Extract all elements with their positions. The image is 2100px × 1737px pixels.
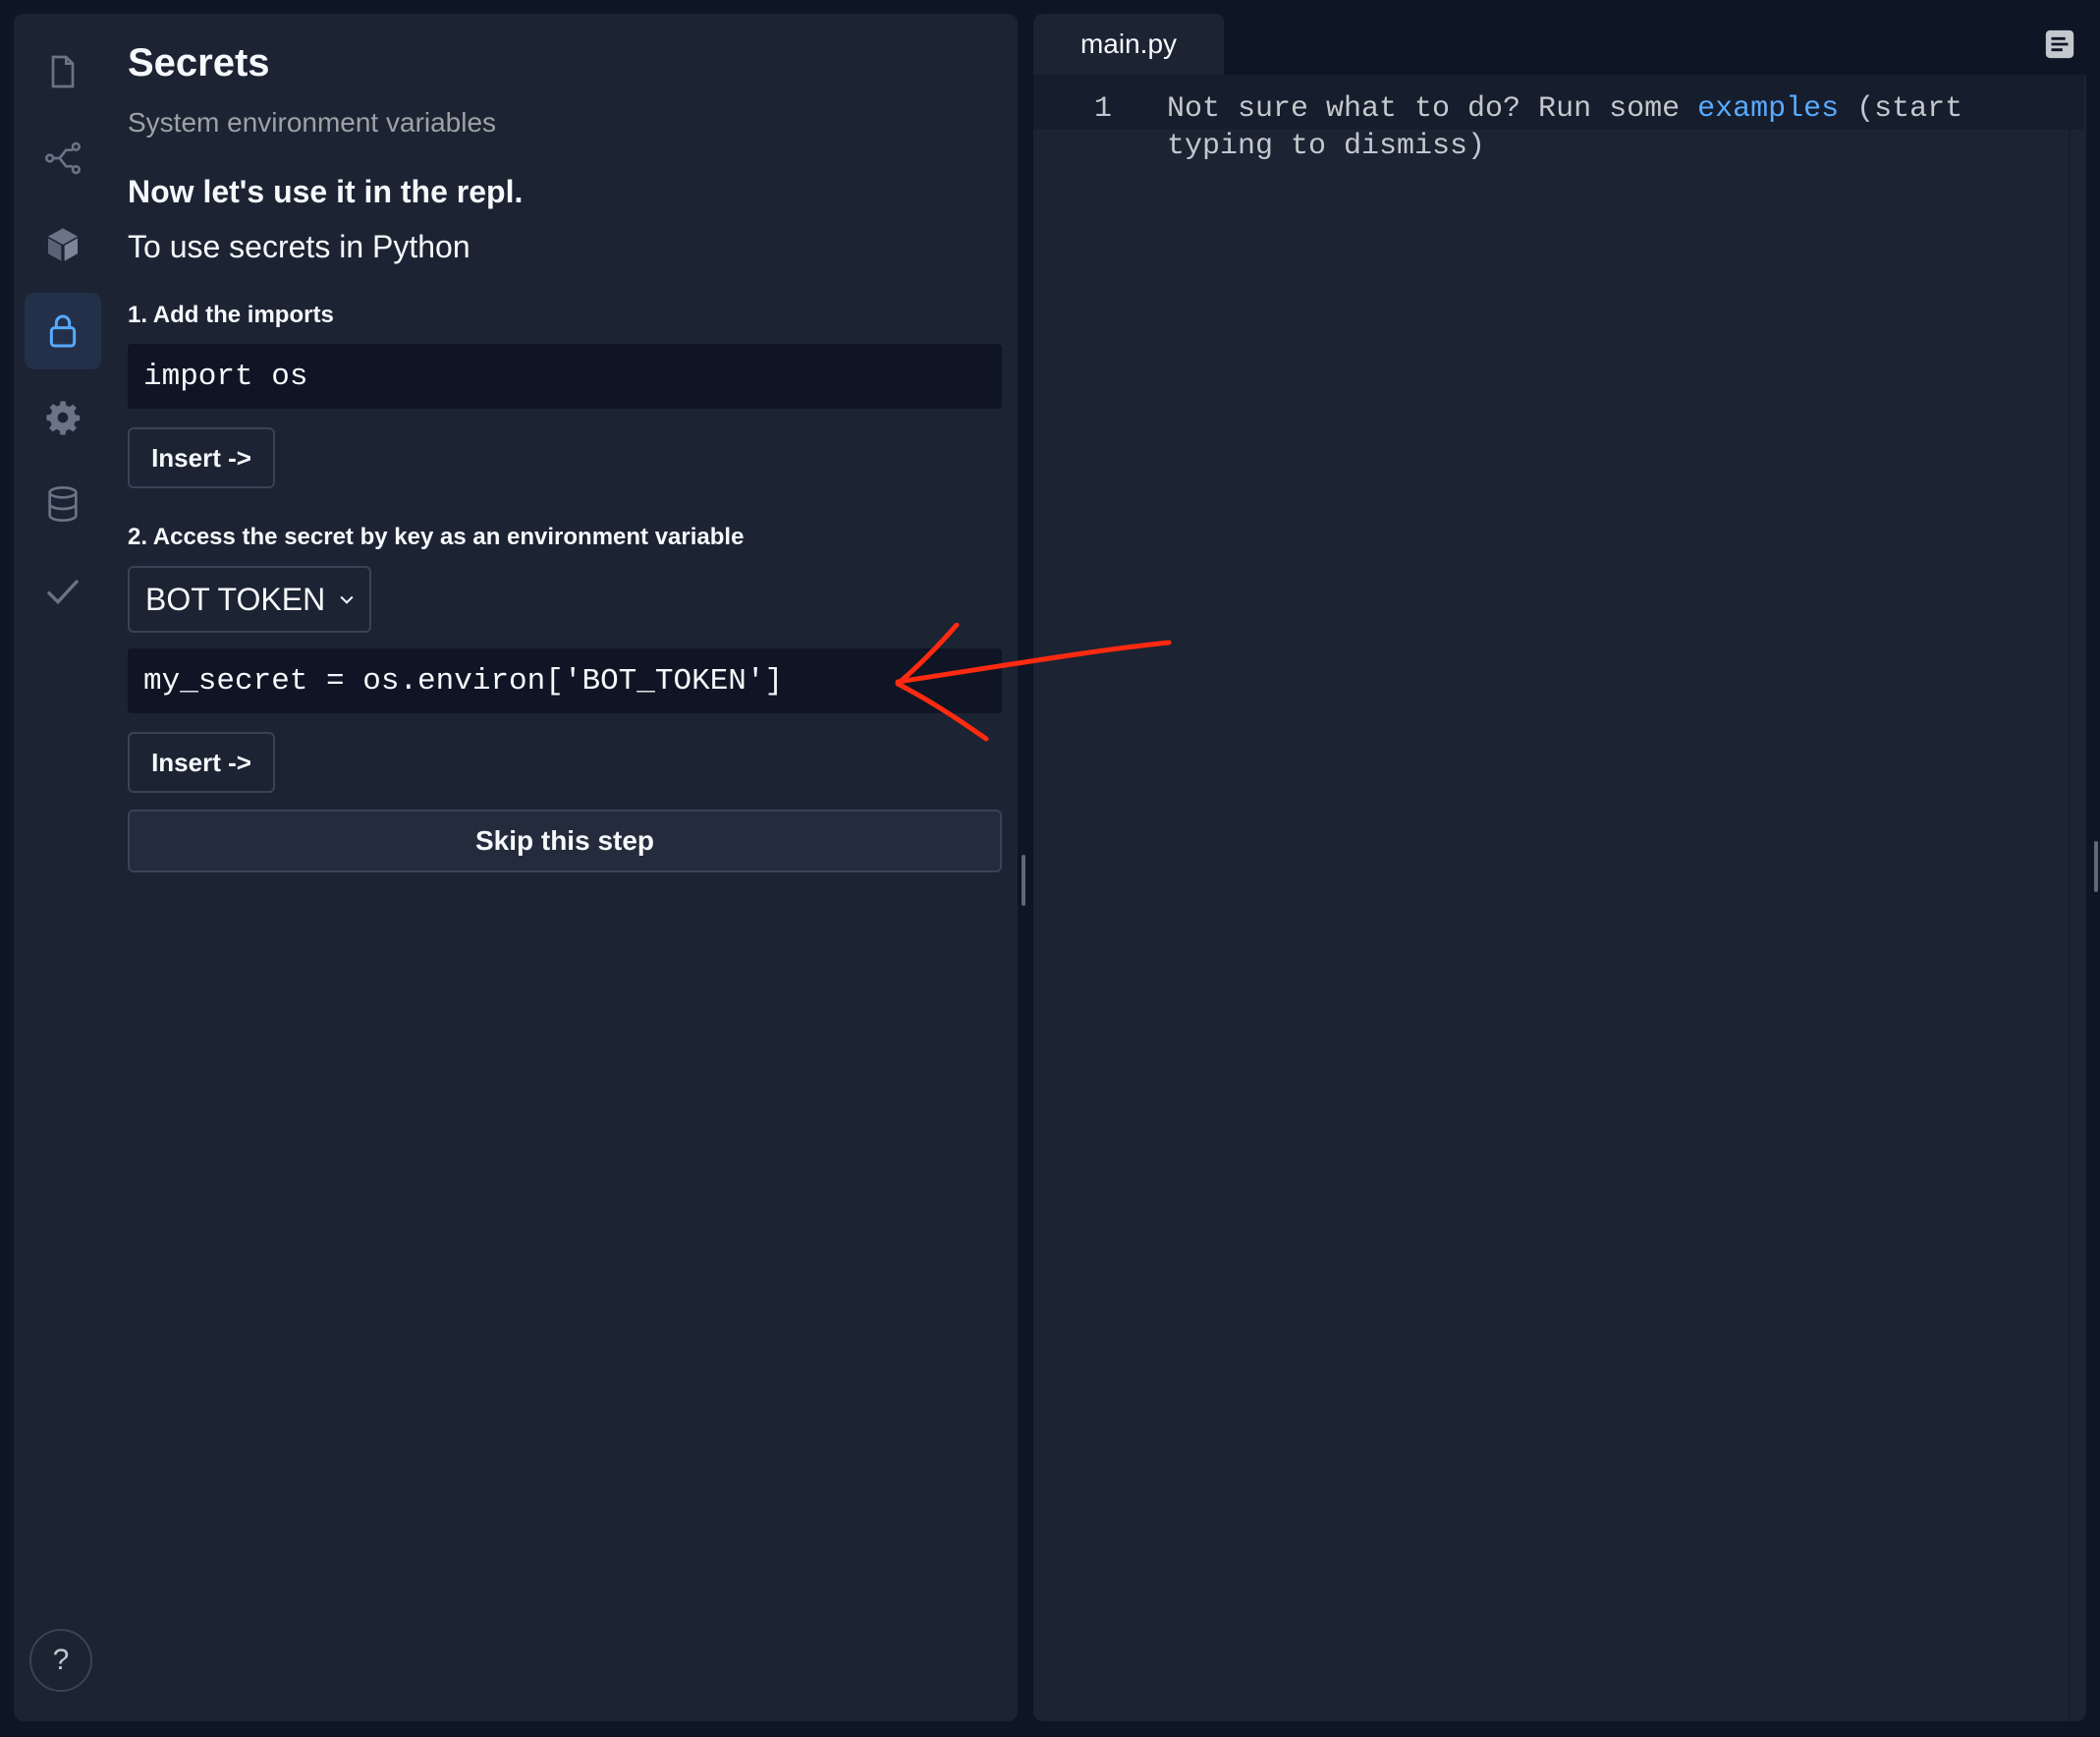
- placeholder-text-before: Not sure what to do? Run some: [1167, 92, 1698, 126]
- rail-item-database[interactable]: [25, 466, 101, 542]
- examples-link[interactable]: examples: [1697, 92, 1839, 126]
- panel-title: Secrets: [128, 41, 270, 84]
- rail-item-version-control[interactable]: [25, 120, 101, 196]
- insert-secret-button[interactable]: Insert ->: [128, 732, 275, 793]
- secret-key-select[interactable]: BOT TOKEN: [128, 566, 371, 633]
- skip-step-button[interactable]: Skip this step: [128, 810, 1002, 872]
- rail-item-files[interactable]: [25, 33, 101, 110]
- editor-placeholder[interactable]: Not sure what to do? Run some examples (…: [1167, 90, 2051, 165]
- red-arrow-annotation: [895, 623, 1172, 742]
- line-number: 1: [1093, 92, 1112, 126]
- step-1-label: 1. Add the imports: [128, 302, 334, 328]
- right-resize-handle[interactable]: [2094, 841, 2098, 892]
- gear-icon: [46, 401, 81, 435]
- import-code-block: import os: [128, 344, 1002, 409]
- rail-item-secrets[interactable]: [25, 293, 101, 369]
- secret-key-value: BOT TOKEN: [145, 581, 326, 617]
- file-icon: [51, 55, 75, 88]
- share-icon: [45, 141, 82, 175]
- check-icon: [46, 579, 80, 605]
- insert-import-button[interactable]: Insert ->: [128, 427, 275, 488]
- database-icon: [48, 486, 78, 523]
- rail-item-packages[interactable]: [25, 206, 101, 283]
- lock-icon: [49, 314, 77, 348]
- tab-main-py[interactable]: main.py: [1033, 14, 1224, 75]
- rail-item-unit-tests[interactable]: [25, 552, 101, 629]
- package-icon: [48, 228, 78, 261]
- step-heading: Now let's use it in the repl.: [128, 174, 524, 209]
- secrets-panel: ? Secrets System environment variables N…: [14, 14, 1018, 1721]
- rail-item-settings[interactable]: [25, 379, 101, 456]
- help-button[interactable]: ?: [29, 1629, 92, 1692]
- outline-icon[interactable]: [2043, 28, 2076, 61]
- secret-code-block: my_secret = os.environ['BOT_TOKEN']: [128, 648, 1002, 713]
- panel-subtitle: System environment variables: [128, 107, 497, 138]
- step-2-label: 2. Access the secret by key as an enviro…: [128, 524, 745, 550]
- editor-tabbar: main.py: [1033, 14, 2086, 75]
- chevron-down-icon: [340, 595, 354, 604]
- app-frame: ? Secrets System environment variables N…: [14, 14, 2086, 1721]
- tool-rail: ?: [14, 14, 112, 1721]
- step-lead: To use secrets in Python: [128, 229, 470, 264]
- panel-resize-handle[interactable]: [1022, 855, 1025, 906]
- editor-panel: main.py 1 Not sure what to do? Run some …: [1033, 14, 2086, 1721]
- editor-scrollbar[interactable]: [2069, 130, 2071, 1721]
